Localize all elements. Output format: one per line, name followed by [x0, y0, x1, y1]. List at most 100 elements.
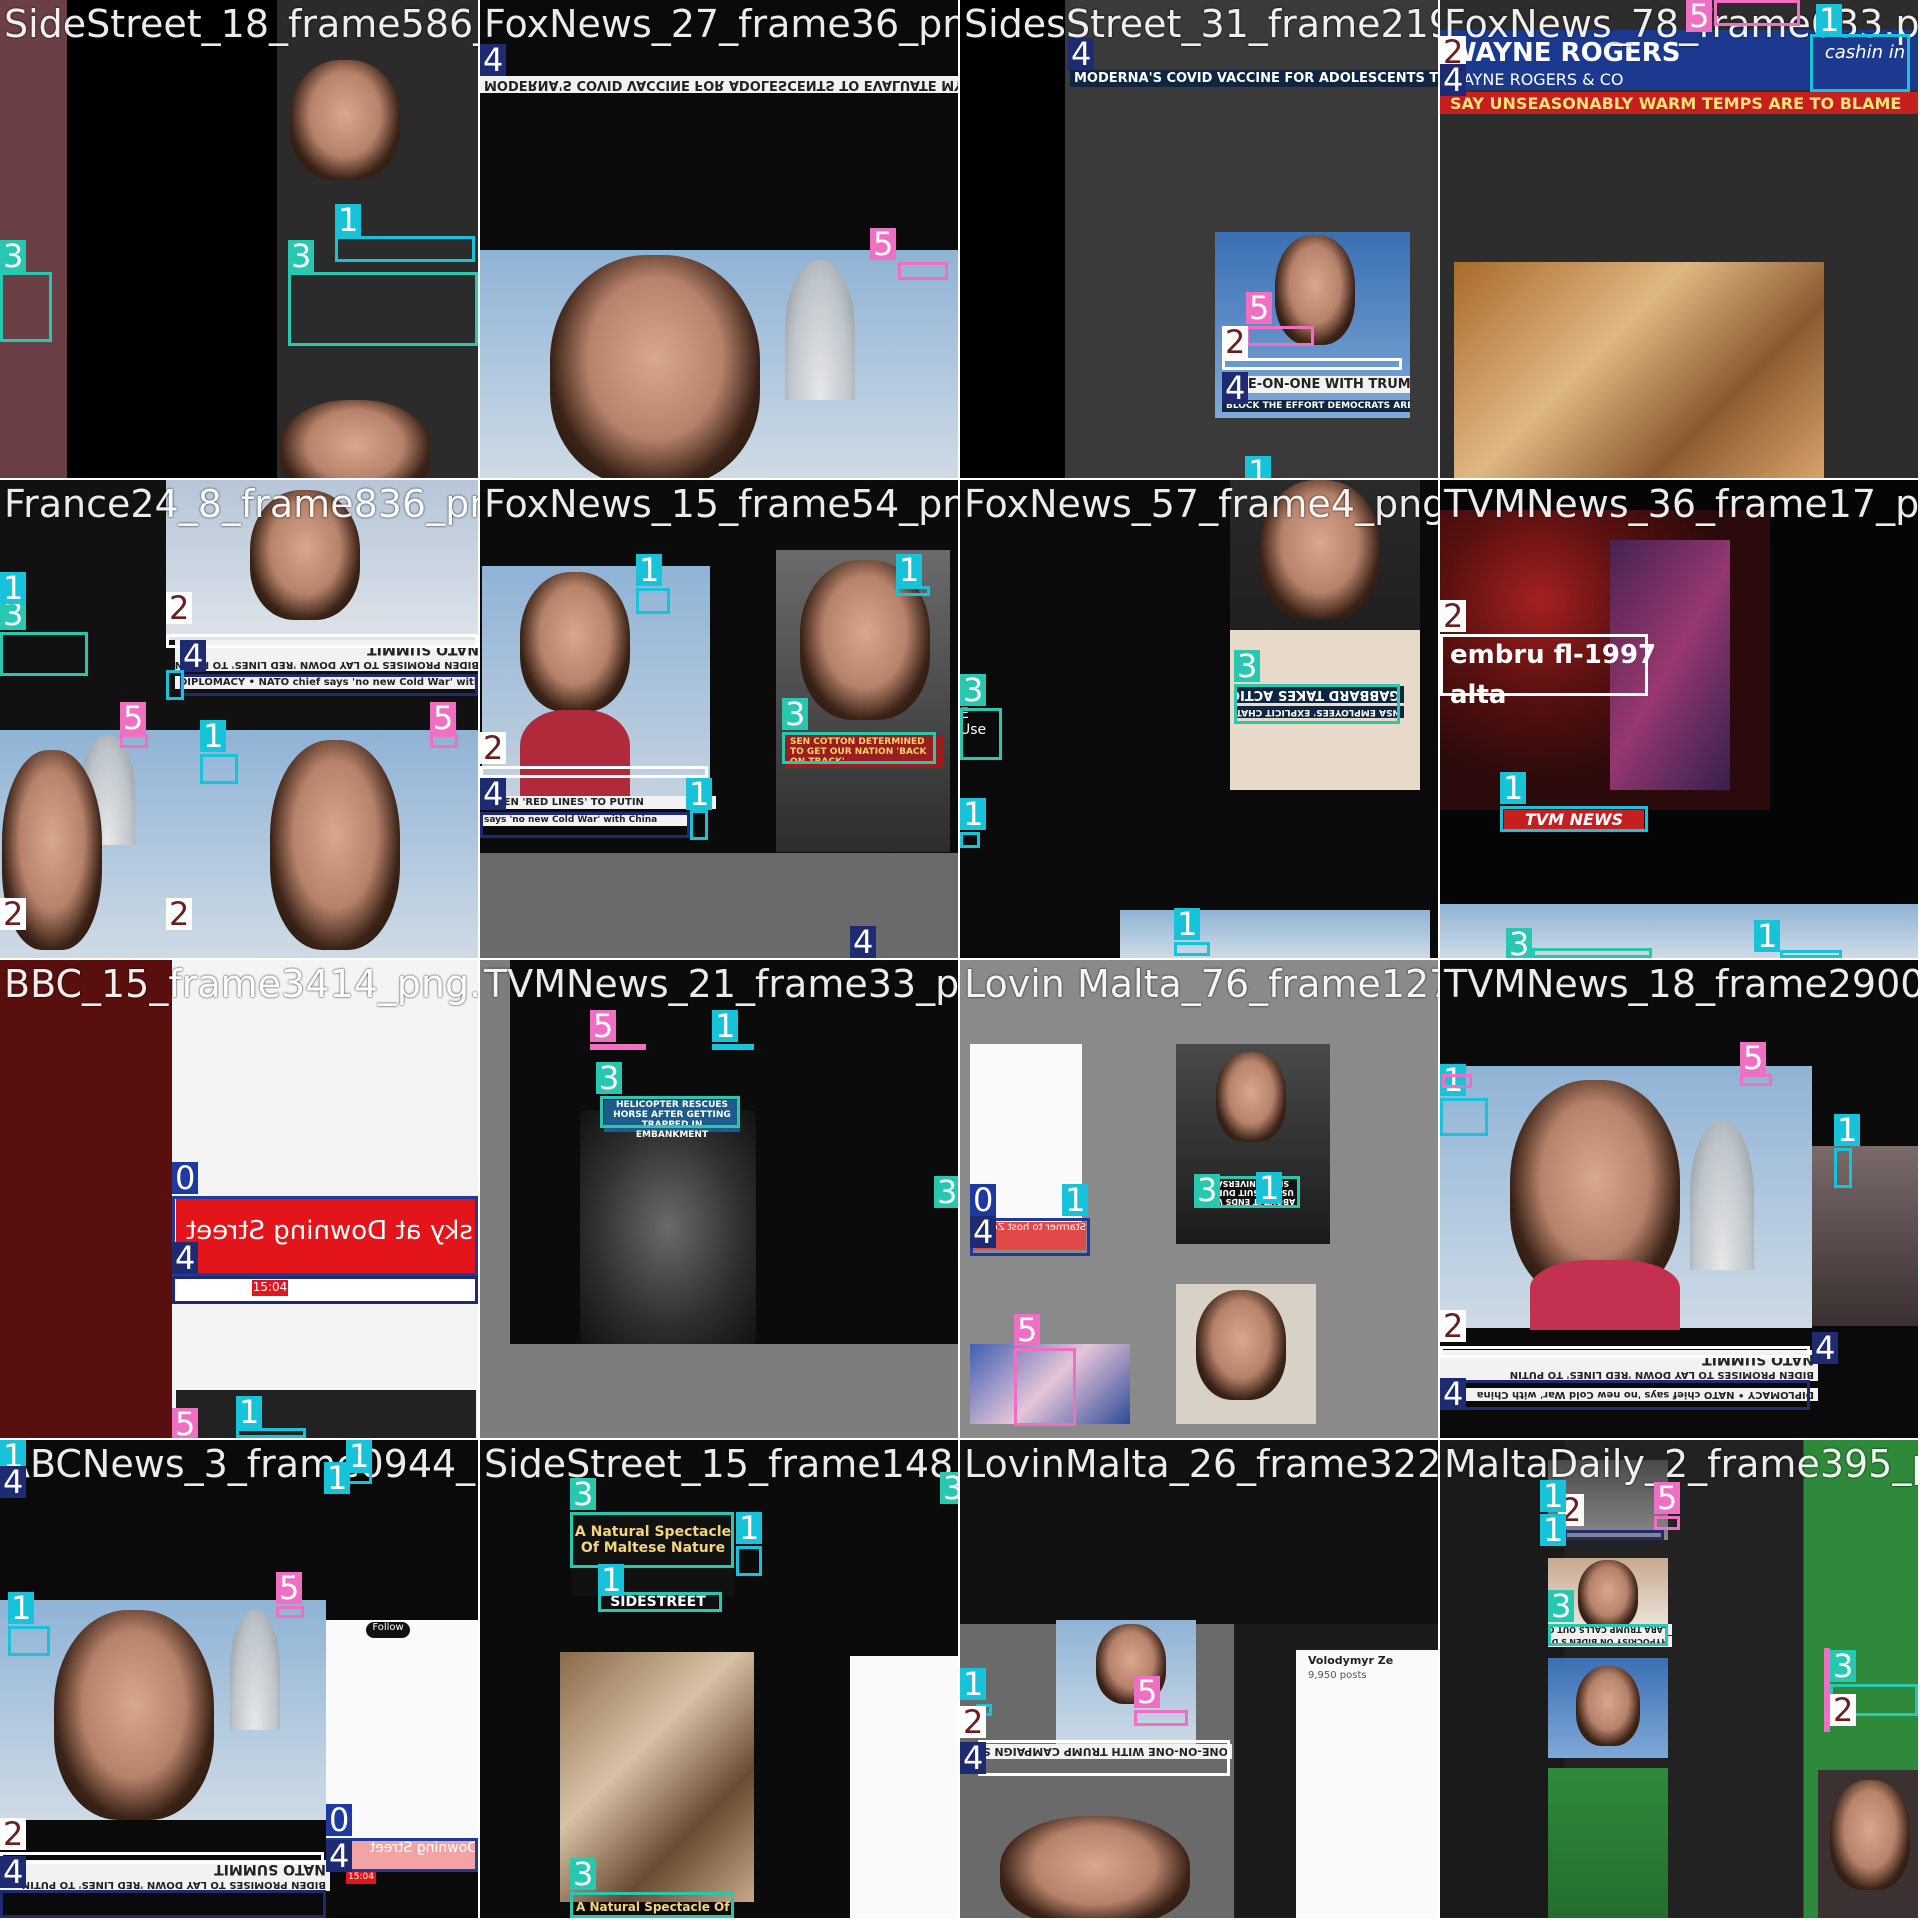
- box-label: 3: [1830, 1650, 1857, 1682]
- tile-10: HELICOPTER RESCUES HORSE AFTER GETTING T…: [480, 960, 958, 1438]
- box: [1714, 0, 1800, 26]
- box: [1442, 1074, 1472, 1088]
- box: [480, 766, 708, 778]
- box: [1440, 1098, 1488, 1136]
- box-label: 1: [1174, 908, 1201, 940]
- caption-box: [570, 1512, 734, 1568]
- box: [1174, 942, 1210, 956]
- caption-box: [0, 272, 52, 342]
- box: [1246, 326, 1314, 346]
- box: [276, 1606, 304, 1618]
- box-label: 5: [870, 228, 897, 260]
- caption-box: [600, 1096, 740, 1128]
- tile-1: SideStreet_18_frame586_png.rf. 1 3 3: [0, 0, 478, 478]
- box-label: 3: [288, 240, 315, 272]
- box-label: 1: [598, 1564, 625, 1596]
- box-label: 4: [1068, 38, 1095, 70]
- tile-title: TVMNews_18_frame29000_: [1444, 962, 1918, 1006]
- banner: BIDEN 'RED LINES' TO PUTIN: [480, 796, 716, 809]
- box-label: 3: [1194, 1174, 1221, 1206]
- box-label: 0: [326, 1804, 353, 1836]
- box: [636, 588, 670, 614]
- name-text: WAYNE ROGERS & CO: [1448, 70, 1624, 89]
- box-label: 1: [636, 554, 663, 586]
- caption-box: [0, 632, 88, 676]
- caption-box: [1548, 1624, 1668, 1646]
- box-label: 0: [172, 1162, 199, 1194]
- box-label: 4: [180, 640, 207, 672]
- tile-title: LovinMalta_26_frame3222_png.: [964, 1442, 1438, 1486]
- caption-box: [960, 708, 1002, 760]
- tile-7: GABBARD TAKES ACTION NSA EMPLOYEES' EXPL…: [960, 480, 1438, 958]
- box-label: 5: [1654, 1482, 1681, 1514]
- box-label: 4: [1812, 1332, 1839, 1364]
- box: [1440, 1346, 1810, 1358]
- follow-button[interactable]: Follow: [366, 1622, 410, 1638]
- box-label: 2: [480, 732, 507, 764]
- box-label: 1: [0, 572, 27, 604]
- box-label: 3: [1234, 650, 1261, 682]
- tile-8: embru fl-1997 alta TVM NEWS TVMNews_36_f…: [1440, 480, 1918, 958]
- tile-title: SideStreet_15_frame148_png.: [484, 1442, 958, 1486]
- clock: 15:04: [346, 1872, 376, 1884]
- box-label: 1: [1754, 920, 1781, 952]
- box: [690, 810, 708, 840]
- posts-count: 9,950 posts: [1308, 1670, 1367, 1681]
- tile-2: MODERNA'S COVID VACCINE FOR ADOLESCENTS …: [480, 0, 958, 478]
- box-label: 5: [1014, 1314, 1041, 1346]
- caption-box: [1234, 684, 1400, 724]
- tile-4: WAYNE ROGERS WAYNE ROGERS & CO SAY UNSEA…: [1440, 0, 1918, 478]
- box-label: 2: [1222, 326, 1249, 358]
- box: [172, 1276, 478, 1304]
- tile-title: FoxNews_27_frame36_png.rf.f5d5: [484, 2, 958, 46]
- box-label: 1: [236, 1396, 263, 1428]
- box-label: 3: [570, 1858, 597, 1890]
- box-label: 2: [960, 1706, 987, 1738]
- box-label: 5: [172, 1408, 199, 1438]
- box-label: 1: [1500, 772, 1527, 804]
- box: [1654, 1516, 1680, 1530]
- box-label: 1: [200, 720, 227, 752]
- box-label: 5: [590, 1010, 617, 1042]
- box-label: 1: [712, 1010, 739, 1042]
- box-label: 2: [166, 592, 193, 624]
- box: [1222, 358, 1402, 370]
- box-label: 1: [1834, 1114, 1861, 1146]
- box-label: 5: [276, 1572, 303, 1604]
- box: [236, 1428, 306, 1438]
- box-label: 1: [686, 778, 713, 810]
- logo-box: [1810, 34, 1910, 92]
- box: [1834, 1148, 1852, 1188]
- box-label: 3: [0, 240, 27, 272]
- box: [1740, 1074, 1772, 1086]
- tile-title: MaltaDaily_2_frame395_png.: [1444, 1442, 1918, 1486]
- box-label: 1: [324, 1462, 351, 1494]
- box-label: 1: [960, 798, 987, 830]
- box-label: 1: [736, 1512, 763, 1544]
- box: [898, 262, 948, 280]
- caption-box: [570, 1892, 734, 1918]
- box-label: 4: [1440, 1378, 1467, 1410]
- box-label: 5: [1740, 1042, 1767, 1074]
- box-label: 5: [1246, 292, 1273, 324]
- box-label: 4: [1440, 64, 1467, 96]
- box: [166, 634, 478, 648]
- box-label: 2: [1440, 600, 1467, 632]
- box: [960, 832, 980, 848]
- tile-title: SideStreet_18_frame586_png.rf.: [4, 2, 478, 46]
- tile-3: MODERNA'S COVID VACCINE FOR ADOLESCENTS …: [960, 0, 1438, 478]
- logo-box: [1500, 806, 1648, 832]
- banner: MODERNA'S COVID VACCINE FOR ADOLESCENTS …: [480, 76, 958, 93]
- box-label: 1: [1245, 456, 1272, 478]
- box-label: 4: [970, 1216, 997, 1248]
- box-label: 1: [1816, 4, 1843, 36]
- box-label: 1: [8, 1592, 35, 1624]
- tile-title: TVMNews_36_frame17_png.: [1444, 482, 1918, 526]
- box-label: 4: [326, 1840, 353, 1872]
- box-label: 4: [0, 1466, 27, 1498]
- box-label: 4: [1222, 372, 1249, 404]
- box-label: 5: [430, 702, 457, 734]
- tile-16: LARA TRUMP CALLS OUT CNN HOST HYPOCRISY …: [1440, 1440, 1918, 1918]
- tile-title: FoxNews_57_frame4_png.rf.: [964, 482, 1438, 526]
- caption-box: [782, 732, 936, 764]
